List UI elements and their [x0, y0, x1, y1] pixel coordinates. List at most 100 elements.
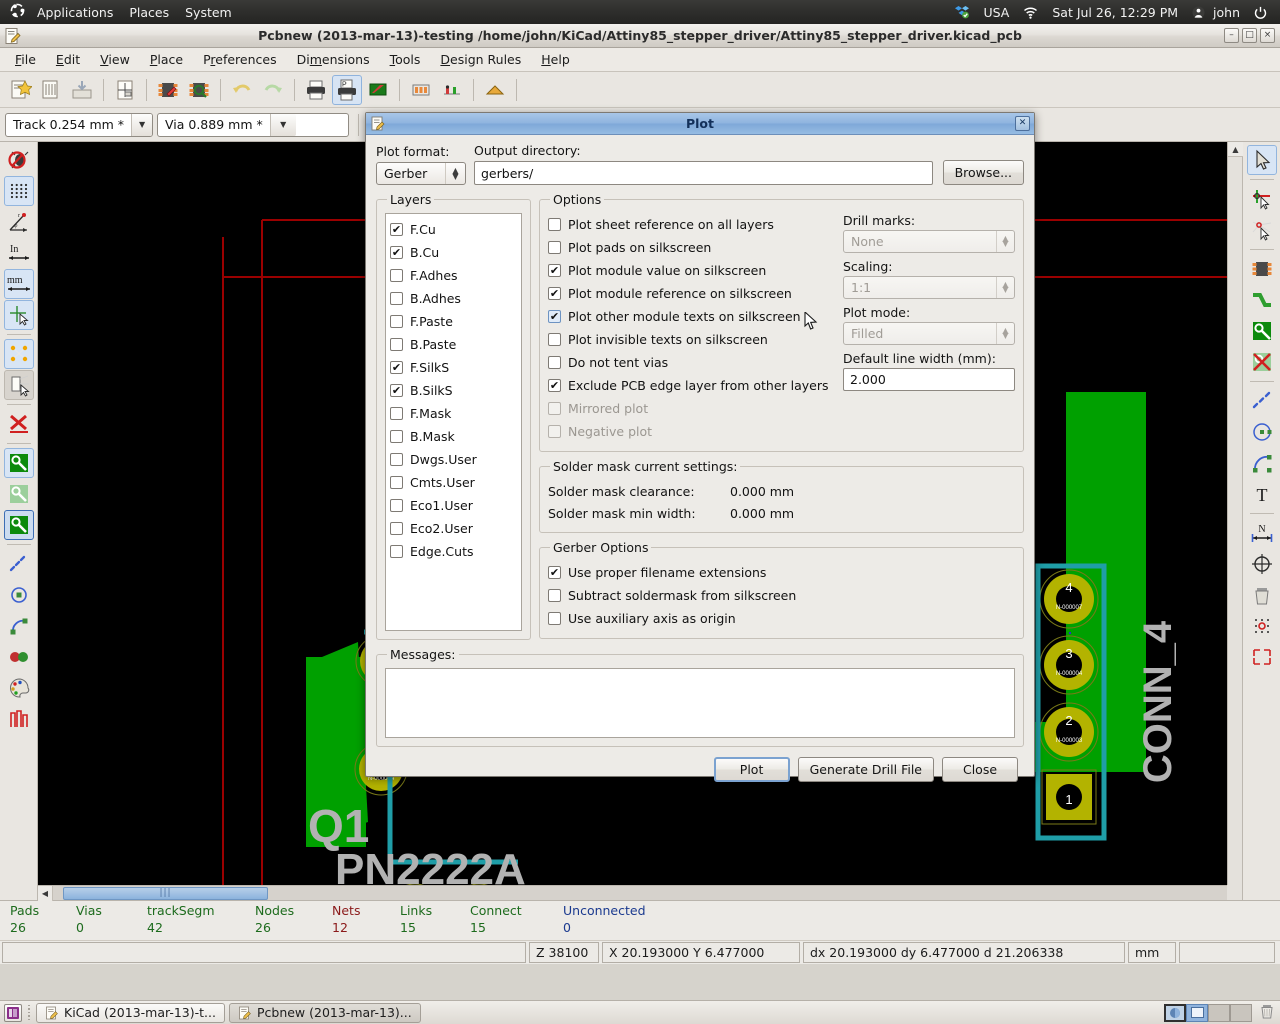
dropbox-icon[interactable]: [948, 3, 976, 22]
chevron-down-icon[interactable]: ▼: [131, 113, 152, 136]
canvas-vertical-scrollbar[interactable]: ▲: [1227, 142, 1243, 885]
redo-icon[interactable]: [258, 75, 288, 105]
mire-icon[interactable]: [1247, 549, 1277, 579]
layer-checkbox-f-adhes[interactable]: F.Adhes: [390, 264, 517, 287]
checkbox-icon[interactable]: ✔: [390, 361, 403, 374]
scroll-up-icon[interactable]: ▲: [1228, 142, 1243, 157]
gerber-option-filename-extensions[interactable]: ✔ Use proper filename extensions: [548, 561, 1015, 584]
page-settings-icon[interactable]: [110, 75, 140, 105]
generate-drill-file-button[interactable]: Generate Drill File: [797, 757, 934, 782]
grid-icon[interactable]: [3, 176, 34, 206]
checkbox-icon[interactable]: [548, 612, 561, 625]
via-size-selector[interactable]: Via 0.889 mm * ▼: [157, 112, 349, 137]
cursor-shape-icon[interactable]: [3, 300, 34, 330]
track-width-selector[interactable]: Track 0.254 mm * ▼: [5, 112, 153, 137]
option-plot-sheet-reference[interactable]: Plot sheet reference on all layers: [548, 213, 837, 236]
text-icon[interactable]: T: [1247, 479, 1277, 509]
local-ratsnest-icon[interactable]: [1247, 215, 1277, 245]
undo-icon[interactable]: [227, 75, 257, 105]
contrast-icon[interactable]: [4, 642, 34, 672]
arc-icon[interactable]: [1247, 448, 1277, 478]
layer-checkbox-b-silks[interactable]: ✔ B.SilkS: [390, 379, 517, 402]
checkbox-icon[interactable]: [390, 430, 403, 443]
cursor-arrow-icon[interactable]: [1246, 145, 1277, 175]
via-sketch-icon[interactable]: [4, 580, 34, 610]
status-resizer[interactable]: [1179, 942, 1275, 963]
zone-icon[interactable]: [1247, 316, 1277, 346]
3d-viewer-icon[interactable]: [363, 75, 393, 105]
layer-checkbox-b-adhes[interactable]: B.Adhes: [390, 287, 517, 310]
workspace-switcher-3[interactable]: [1208, 1003, 1230, 1022]
wifi-icon[interactable]: [1016, 3, 1045, 22]
print-icon[interactable]: [301, 75, 331, 105]
zone-outline-icon[interactable]: [4, 479, 34, 509]
zone-hidden-icon[interactable]: [3, 510, 34, 540]
checkbox-icon[interactable]: [548, 241, 561, 254]
chevron-updown-icon[interactable]: ▲ ▼: [445, 163, 465, 184]
layer-checkbox-b-paste[interactable]: B.Paste: [390, 333, 517, 356]
keepout-icon[interactable]: [1247, 347, 1277, 377]
menu-tools[interactable]: Tools: [381, 49, 430, 70]
checkbox-icon[interactable]: [548, 589, 561, 602]
checkbox-icon[interactable]: ✔: [390, 223, 403, 236]
dimension-icon[interactable]: N: [1247, 518, 1277, 548]
panel-menu-places[interactable]: Places: [121, 3, 177, 22]
panel-menu-system[interactable]: System: [177, 3, 240, 22]
menu-edit[interactable]: Edit: [47, 49, 89, 70]
open-board-icon[interactable]: [36, 75, 66, 105]
checkbox-icon[interactable]: [390, 338, 403, 351]
option-plot-invisible-texts[interactable]: Plot invisible texts on silkscreen: [548, 328, 837, 351]
layer-checkbox-b-mask[interactable]: B.Mask: [390, 425, 517, 448]
gerber-option-auxiliary-axis[interactable]: Use auxiliary axis as origin: [548, 607, 1015, 630]
maximize-button[interactable]: □: [1242, 28, 1257, 43]
panel-menu-applications[interactable]: Applications: [29, 3, 121, 22]
microwave-icon[interactable]: [4, 704, 34, 734]
checkbox-icon[interactable]: [390, 453, 403, 466]
workspace-switcher-2[interactable]: [1186, 1003, 1208, 1022]
checkbox-icon[interactable]: [390, 476, 403, 489]
layer-checkbox-eco1-user[interactable]: Eco1.User: [390, 494, 517, 517]
clock[interactable]: Sat Jul 26, 12:29 PM: [1045, 3, 1185, 22]
grid-origin-icon[interactable]: [1247, 642, 1277, 672]
menu-preferences[interactable]: Preferences: [194, 49, 286, 70]
trash-icon[interactable]: [1258, 1002, 1276, 1023]
origin-icon[interactable]: [1247, 611, 1277, 641]
power-icon[interactable]: [1247, 3, 1274, 22]
ratsnest-pads-icon[interactable]: [3, 339, 34, 369]
workspace-switcher-4[interactable]: [1230, 1003, 1252, 1022]
layer-checkbox-f-paste[interactable]: F.Paste: [390, 310, 517, 333]
zone-filled-icon[interactable]: [3, 448, 34, 478]
option-plot-other-module-texts[interactable]: ✔ Plot other module texts on silkscreen: [548, 305, 837, 330]
scroll-left-icon[interactable]: ◀: [38, 885, 53, 901]
checkbox-icon[interactable]: [390, 522, 403, 535]
close-icon[interactable]: ✕: [1015, 116, 1030, 131]
close-button[interactable]: ×: [1260, 28, 1275, 43]
menu-help[interactable]: Help: [532, 49, 579, 70]
minimize-button[interactable]: –: [1224, 28, 1239, 43]
pad-sketch-icon[interactable]: [4, 549, 34, 579]
checkbox-icon[interactable]: [390, 292, 403, 305]
module-viewer-icon[interactable]: [184, 75, 214, 105]
polar-coords-icon[interactable]: r φ: [4, 207, 34, 237]
menu-place[interactable]: Place: [141, 49, 192, 70]
layer-pair-icon[interactable]: [480, 75, 510, 105]
track-icon[interactable]: [1247, 285, 1277, 315]
drc-icon[interactable]: [437, 75, 467, 105]
taskbar-item-kicad[interactable]: KiCad (2013-mar-13)-t...: [36, 1002, 225, 1023]
checkbox-icon[interactable]: ✔: [548, 566, 561, 579]
canvas-horizontal-scrollbar[interactable]: ◀ |||: [38, 885, 1227, 901]
module-icon[interactable]: [1247, 254, 1277, 284]
layer-checkbox-f-mask[interactable]: F.Mask: [390, 402, 517, 425]
checkbox-icon[interactable]: ✔: [548, 264, 561, 277]
module-ratsnest-icon[interactable]: [3, 370, 34, 400]
gerber-option-subtract-soldermask[interactable]: Subtract soldermask from silkscreen: [548, 584, 1015, 607]
taskbar-item-pcbnew[interactable]: Pcbnew (2013-mar-13)...: [228, 1002, 421, 1023]
chevron-down-icon[interactable]: ▼: [269, 113, 296, 136]
checkbox-icon[interactable]: [548, 218, 561, 231]
module-editor-icon[interactable]: [153, 75, 183, 105]
track-sketch-icon[interactable]: [4, 611, 34, 641]
menu-file[interactable]: File: [6, 49, 45, 70]
output-directory-input[interactable]: gerbers/: [474, 161, 933, 185]
new-board-icon[interactable]: [5, 75, 35, 105]
layer-checkbox-cmts-user[interactable]: Cmts.User: [390, 471, 517, 494]
